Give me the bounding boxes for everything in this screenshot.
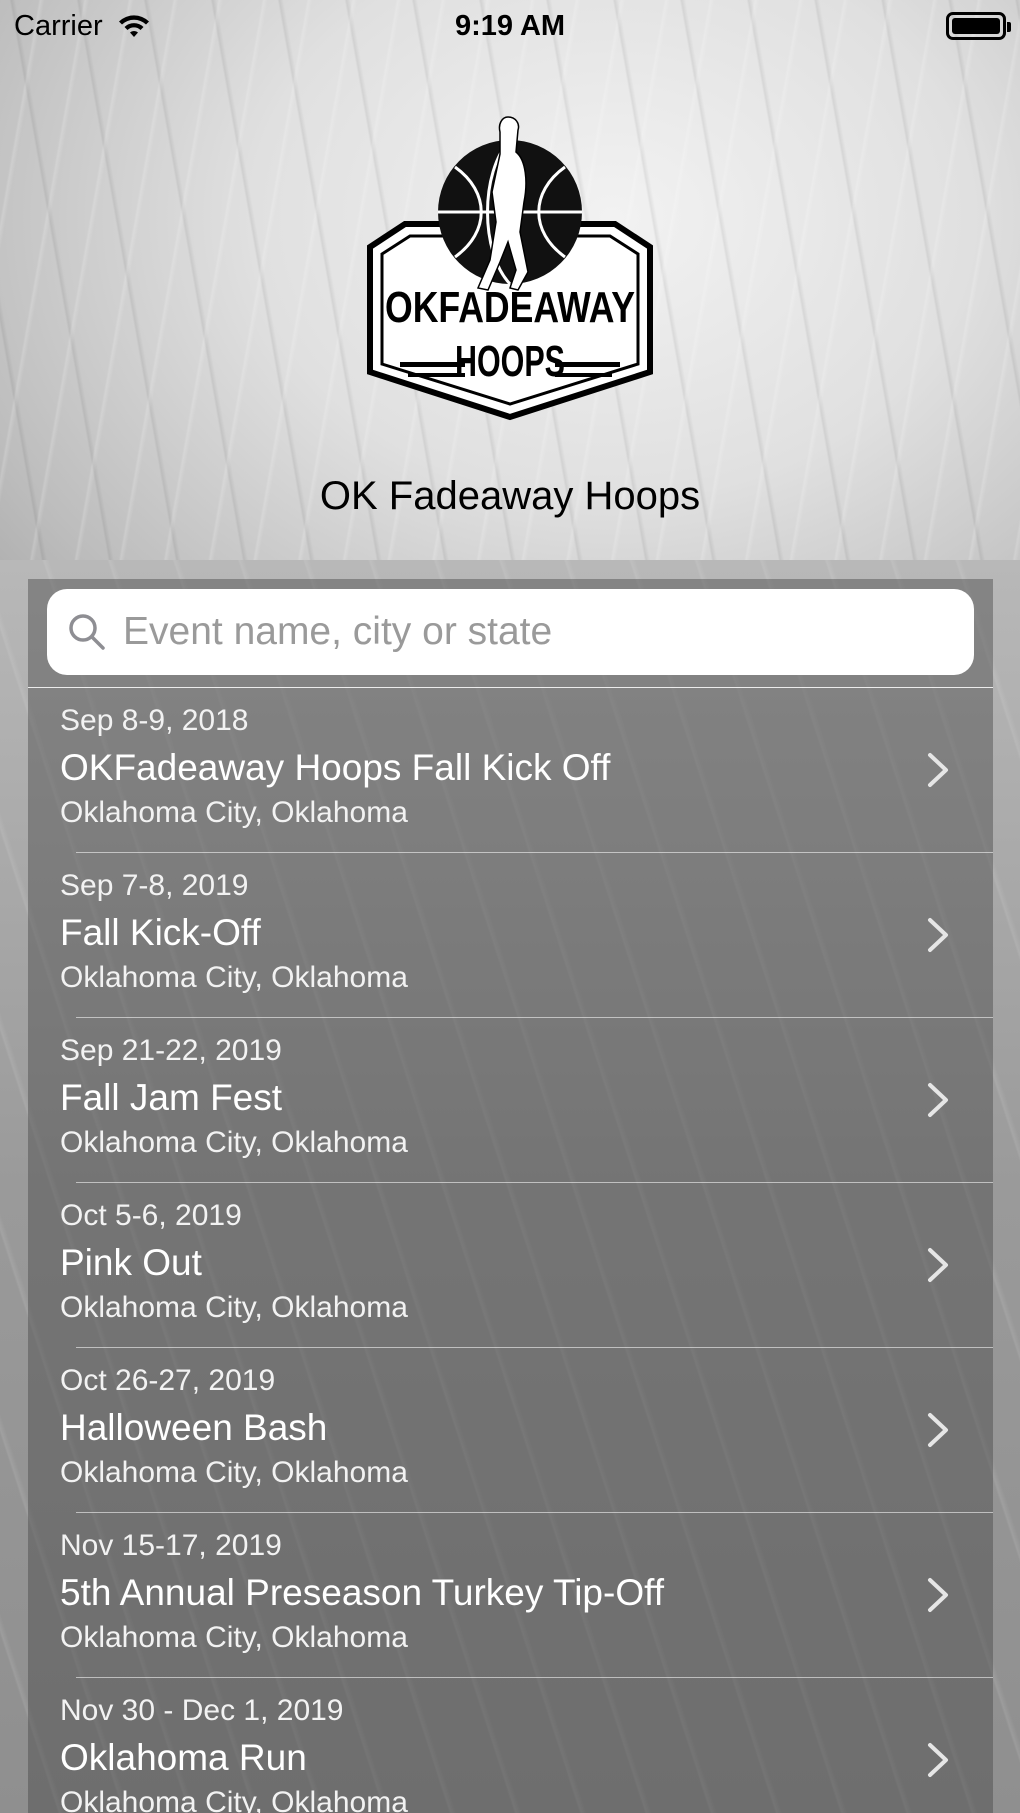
event-location: Oklahoma City, Oklahoma — [60, 1126, 408, 1159]
wifi-icon — [118, 15, 149, 37]
event-date: Oct 26-27, 2019 — [60, 1364, 276, 1397]
chevron-right-icon — [928, 1743, 948, 1777]
event-row[interactable]: Oct 26-27, 2019 Halloween Bash Oklahoma … — [28, 1348, 993, 1513]
event-name: Fall Jam Fest — [60, 1077, 283, 1118]
status-time: 9:19 AM — [454, 9, 566, 42]
event-date: Sep 7-8, 2019 — [60, 869, 249, 902]
status-bar: Carrier 9:19 AM — [0, 0, 1020, 52]
event-date: Nov 30 - Dec 1, 2019 — [60, 1694, 344, 1727]
logo-text-line2: HOOPS — [455, 337, 565, 386]
event-name: Oklahoma Run — [60, 1737, 307, 1778]
chevron-right-icon — [928, 1413, 948, 1447]
chevron-right-icon — [928, 1578, 948, 1612]
battery-level — [952, 18, 1000, 34]
chevron-right-icon — [928, 918, 948, 952]
search-bar — [28, 579, 993, 688]
event-row[interactable]: Sep 21-22, 2019 Fall Jam Fest Oklahoma C… — [28, 1018, 993, 1183]
organization-name: OK Fadeaway Hoops — [319, 474, 701, 518]
battery-icon — [946, 12, 1011, 40]
event-date: Sep 21-22, 2019 — [60, 1034, 282, 1067]
event-location: Oklahoma City, Oklahoma — [60, 1786, 408, 1813]
search-icon — [69, 614, 105, 650]
event-location: Oklahoma City, Oklahoma — [60, 1456, 408, 1489]
event-row[interactable]: Nov 15-17, 2019 5th Annual Preseason Tur… — [28, 1513, 993, 1678]
org-logo: OKFADEAWAY HOOPS — [367, 116, 653, 421]
status-left: Carrier — [14, 10, 151, 43]
search-field-container[interactable] — [47, 589, 974, 675]
event-date: Nov 15-17, 2019 — [60, 1529, 282, 1562]
event-row[interactable]: Sep 8-9, 2018 OKFadeaway Hoops Fall Kick… — [28, 688, 993, 853]
chevron-right-icon — [928, 1248, 948, 1282]
search-input[interactable] — [123, 610, 974, 654]
event-name: Pink Out — [60, 1242, 202, 1283]
event-row[interactable]: Sep 7-8, 2019 Fall Kick-Off Oklahoma Cit… — [28, 853, 993, 1018]
events-panel: Sep 8-9, 2018 OKFadeaway Hoops Fall Kick… — [28, 579, 993, 1813]
event-name: 5th Annual Preseason Turkey Tip-Off — [60, 1572, 664, 1613]
event-list: Sep 8-9, 2018 OKFadeaway Hoops Fall Kick… — [28, 688, 993, 1813]
event-location: Oklahoma City, Oklahoma — [60, 1621, 408, 1654]
event-name: Halloween Bash — [60, 1407, 328, 1448]
event-row[interactable]: Oct 5-6, 2019 Pink Out Oklahoma City, Ok… — [28, 1183, 993, 1348]
chevron-right-icon — [928, 753, 948, 787]
chevron-right-icon — [928, 1083, 948, 1117]
event-date: Sep 8-9, 2018 — [60, 704, 249, 737]
carrier-label: Carrier — [14, 9, 103, 42]
event-location: Oklahoma City, Oklahoma — [60, 1291, 408, 1324]
event-location: Oklahoma City, Oklahoma — [60, 961, 408, 994]
event-location: Oklahoma City, Oklahoma — [60, 796, 408, 829]
event-name: Fall Kick-Off — [60, 912, 261, 953]
event-date: Oct 5-6, 2019 — [60, 1199, 242, 1232]
event-name: OKFadeaway Hoops Fall Kick Off — [60, 747, 611, 788]
event-row[interactable]: Nov 30 - Dec 1, 2019 Oklahoma Run Oklaho… — [28, 1678, 993, 1813]
logo-text-line1: OKFADEAWAY — [385, 283, 635, 332]
